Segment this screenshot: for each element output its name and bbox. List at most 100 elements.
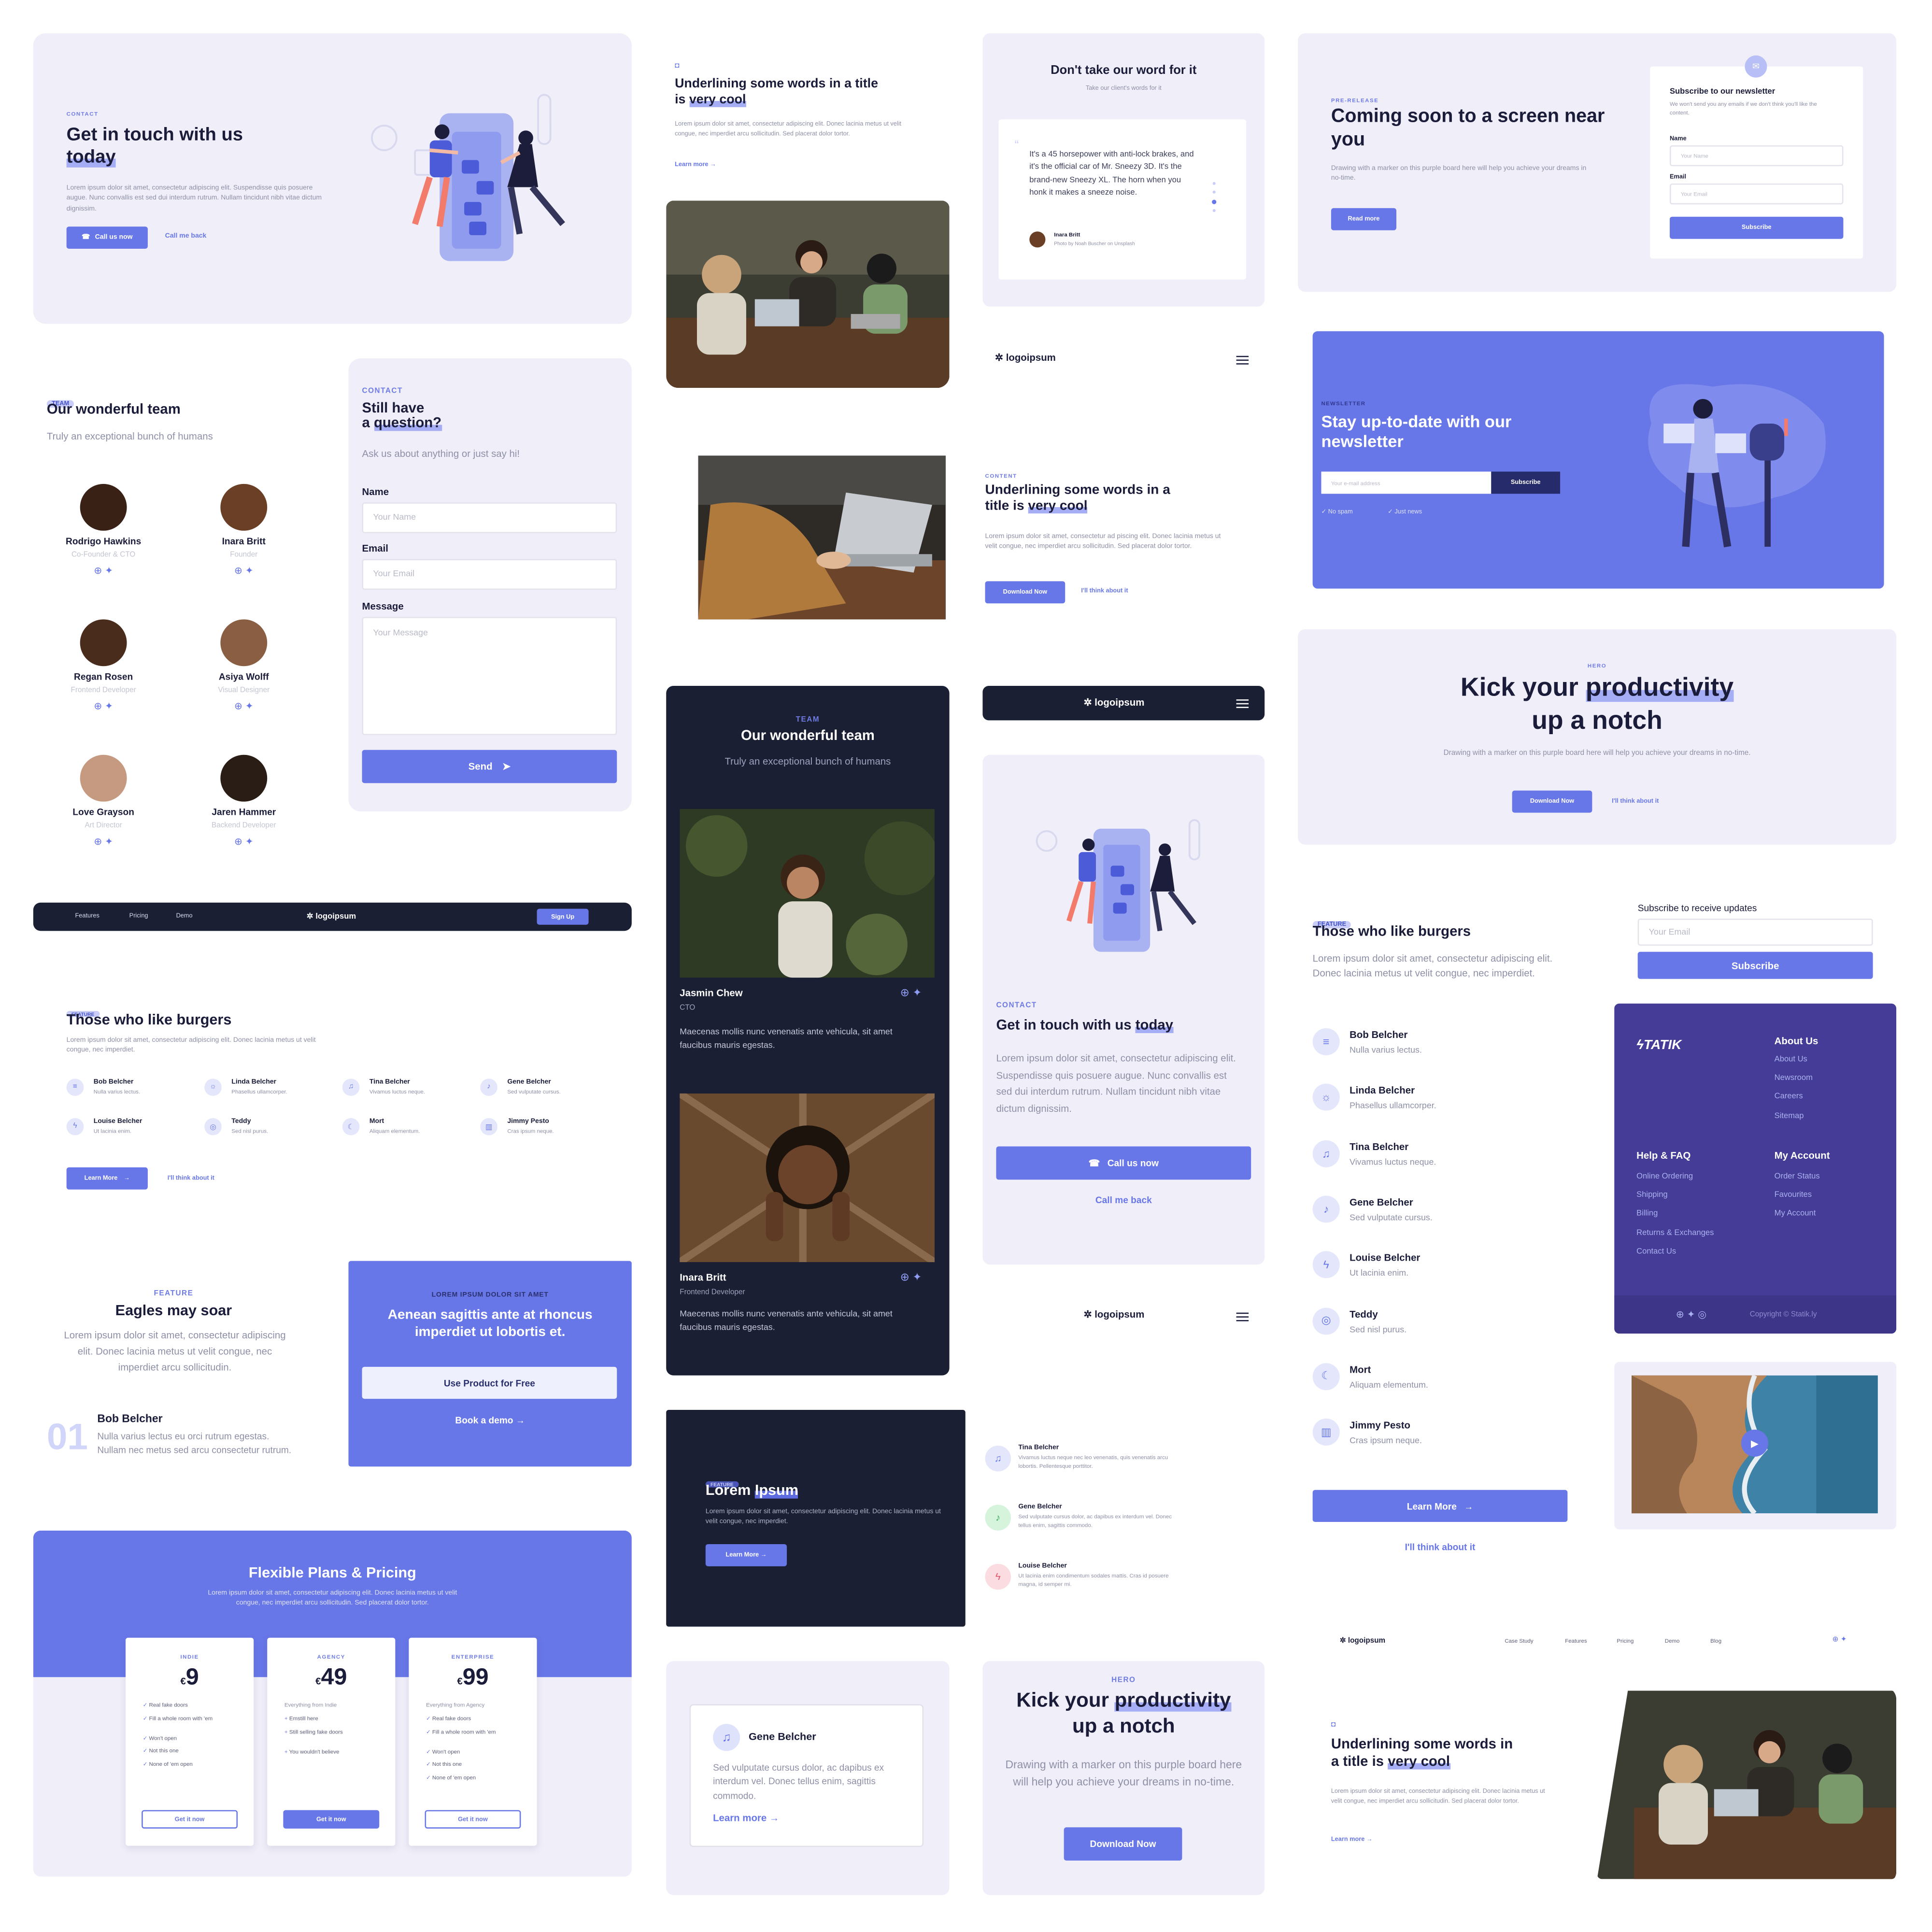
use-product-button[interactable]: Use Product for Free [362,1366,617,1399]
email-input[interactable]: Your e-mail address [1321,471,1492,494]
learn-more-link[interactable]: Learn more → [1331,1836,1373,1843]
get-it-now-button[interactable]: Get it now [283,1810,380,1829]
call-me-back-link[interactable]: Call me back [982,1194,1264,1206]
footer-link[interactable]: Shipping [1636,1191,1668,1200]
check-icon: ✓ [142,1734,149,1741]
read-more-button[interactable]: Read more [1331,208,1397,230]
sign-up-button[interactable]: Sign Up [537,909,589,925]
think-about-link[interactable]: I'll think about it [168,1175,214,1182]
learn-more-button[interactable]: Learn More → [66,1167,148,1190]
feature-title: Jimmy Pesto [507,1118,549,1126]
github-icon[interactable]: ⊕ [94,701,105,712]
name-input[interactable]: Your Name [1669,145,1844,167]
footer-link[interactable]: Online Ordering [1636,1172,1693,1181]
twitter-icon[interactable]: ✦ [105,701,113,712]
footer-link[interactable]: Sitemap [1775,1111,1804,1120]
footer-link[interactable]: Favourites [1775,1191,1812,1200]
subscribe-button[interactable]: Subscribe [1491,471,1561,494]
footer-link[interactable]: Billing [1636,1210,1658,1219]
github-icon[interactable]: ⊕ [94,836,105,847]
twitter-icon[interactable]: ✦ [105,565,113,576]
section-kicker: HERO [1587,662,1607,669]
twitter-icon[interactable]: ✦ [912,986,922,998]
twitter-icon[interactable]: ✦ [1841,1636,1847,1644]
hamburger-menu-icon[interactable] [1236,1310,1249,1324]
nav-link-pricing[interactable]: Pricing [129,912,148,920]
title-highlight: today [66,146,116,168]
footer-link[interactable]: Order Status [1775,1172,1820,1181]
footer-link[interactable]: Newsroom [1775,1074,1813,1083]
learn-more-link[interactable]: Learn more → [675,161,716,169]
download-now-button[interactable]: Download Now [1064,1827,1182,1861]
twitter-icon[interactable]: ✦ [1687,1309,1695,1320]
github-icon[interactable]: ⊕ [234,701,245,712]
learn-more-link[interactable]: Learn more → [713,1813,779,1824]
get-it-now-button[interactable]: Get it now [142,1810,238,1829]
logo[interactable]: ✲ logoipsum [995,352,1056,363]
call-us-button[interactable]: ☎ Call us now [996,1146,1251,1180]
feature-desc: Cras ipsum neque. [1350,1437,1422,1446]
footer-link[interactable]: My Account [1775,1210,1816,1219]
name-input[interactable]: Your Name [362,502,617,533]
dribbble-icon[interactable]: ◎ [1698,1309,1706,1320]
think-about-link[interactable]: I'll think about it [1313,1542,1568,1553]
get-it-now-button[interactable]: Get it now [425,1810,521,1829]
twitter-icon[interactable]: ✦ [245,836,254,847]
email-input[interactable]: Your Email [362,559,617,590]
twitter-icon[interactable]: ✦ [245,565,254,576]
twitter-icon[interactable]: ✦ [105,836,113,847]
hamburger-menu-icon[interactable] [1236,354,1249,367]
logo[interactable]: ✲ logoipsum [1083,697,1144,708]
github-icon[interactable]: ⊕ [1833,1636,1839,1644]
github-icon[interactable]: ⊕ [234,565,245,576]
feature-title: Linda Belcher [1350,1085,1415,1096]
github-icon[interactable]: ⊕ [1676,1309,1684,1320]
nav-link-case-study[interactable]: Case Study [1505,1638,1533,1644]
think-about-link[interactable]: I'll think about it [1081,587,1128,595]
underline-title-section: ◘ Underlining some words in a title is ve… [666,33,950,388]
message-textarea[interactable]: Your Message [362,617,617,735]
carousel-dots[interactable] [1212,181,1217,213]
subscribe-button[interactable]: Subscribe [1669,216,1844,239]
logo[interactable]: ✲ logoipsum [307,911,356,921]
nav-link-pricing[interactable]: Pricing [1617,1638,1634,1644]
sun-icon: ☼ [204,1079,222,1096]
subscribe-button[interactable]: Subscribe [1637,952,1873,979]
book-demo-link[interactable]: Book a demo → [348,1415,631,1426]
twitter-icon[interactable]: ✦ [245,701,254,712]
nav-link-blog[interactable]: Blog [1710,1638,1721,1644]
email-input[interactable]: Your Email [1669,183,1844,205]
call-us-button[interactable]: ☎ Call us now [66,227,148,249]
check-icon: ✓ [1388,508,1395,516]
plan-feature: ✓ Fill a whole room with 'em [143,1715,242,1722]
footer-link[interactable]: Careers [1775,1093,1803,1101]
github-icon[interactable]: ⊕ [900,986,909,998]
footer-logo[interactable]: ϟTATIK [1636,1038,1681,1053]
hamburger-menu-icon[interactable] [1236,697,1249,710]
email-input[interactable]: Your Email [1637,918,1873,946]
nav-link-demo[interactable]: Demo [176,912,193,920]
name-label: Name [362,486,389,497]
footer-link[interactable]: Returns & Exchanges [1636,1228,1714,1237]
nav-link-features[interactable]: Features [75,912,99,920]
think-about-link[interactable]: I'll think about it [1612,798,1659,805]
card-title: Gene Belcher [749,1730,816,1743]
footer-link[interactable]: Contact Us [1636,1247,1676,1256]
github-icon[interactable]: ⊕ [900,1271,909,1283]
footer-link[interactable]: About Us [1775,1055,1807,1064]
github-icon[interactable]: ⊕ [234,836,245,847]
play-icon[interactable]: ▶ [1741,1429,1768,1457]
github-icon[interactable]: ⊕ [94,565,105,576]
download-now-button[interactable]: Download Now [1512,790,1592,813]
send-button[interactable]: Send ➤ [362,750,617,783]
learn-more-button[interactable]: Learn More → [1312,1490,1568,1522]
learn-more-button[interactable]: Learn More → [705,1544,787,1566]
nav-link-features[interactable]: Features [1565,1638,1587,1644]
feature-desc: Aliquam elementum. [369,1128,420,1134]
logo[interactable]: ✲ logoipsum [1083,1309,1144,1320]
download-now-button[interactable]: Download Now [985,581,1065,604]
twitter-icon[interactable]: ✦ [912,1271,922,1283]
logo[interactable]: ✲ logoipsum [1340,1636,1385,1645]
nav-link-demo[interactable]: Demo [1665,1638,1680,1644]
call-me-back-link[interactable]: Call me back [165,233,207,240]
